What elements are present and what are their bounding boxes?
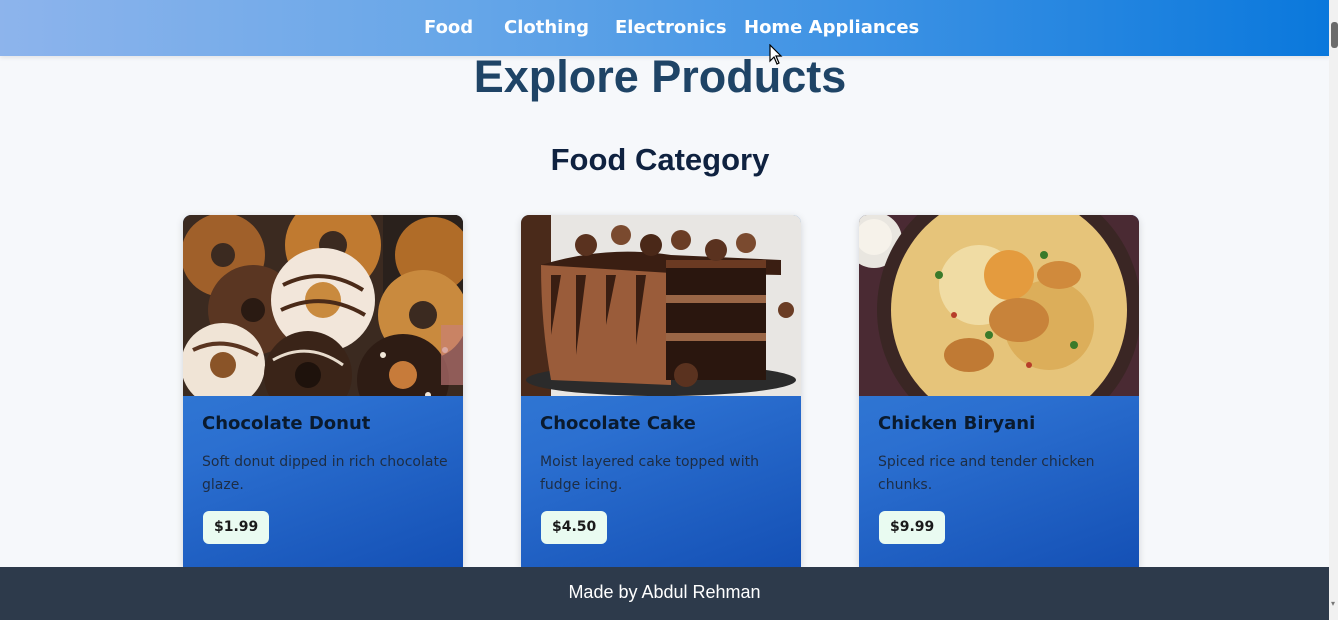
footer-credit: Made by Abdul Rehman	[568, 582, 761, 602]
mouse-cursor-icon	[769, 44, 783, 65]
nav-link-clothing[interactable]: Clothing	[504, 17, 589, 39]
product-card[interactable]: Chicken Biryani Spiced rice and tender c…	[859, 215, 1139, 567]
price-badge: $4.50	[541, 511, 608, 544]
chocolate-cake-image	[521, 215, 801, 396]
scroll-down-icon[interactable]: ▾	[1331, 600, 1338, 608]
top-navbar: Food Clothing Electronics Home Appliance…	[0, 0, 1329, 56]
nav-link-home-appliances[interactable]: Home Appliances	[744, 17, 919, 39]
product-description: Moist layered cake topped with fudge ici…	[540, 454, 759, 493]
product-card[interactable]: Chocolate Donut Soft donut dipped in ric…	[183, 215, 463, 567]
product-card[interactable]: Chocolate Cake Moist layered cake topped…	[521, 215, 801, 567]
page-title: Explore Products	[473, 51, 847, 102]
vertical-scrollbar[interactable]	[1329, 0, 1338, 620]
product-description: Spiced rice and tender chicken chunks.	[878, 454, 1095, 493]
biryani-image	[859, 215, 1139, 396]
product-name: Chocolate Cake	[540, 413, 696, 434]
price-badge: $1.99	[203, 511, 270, 544]
product-name: Chicken Biryani	[878, 413, 1036, 434]
product-description: Soft donut dipped in rich chocolate glaz…	[202, 454, 448, 493]
nav-link-electronics[interactable]: Electronics	[615, 17, 727, 39]
nav-links: Food Clothing Electronics Home Appliance…	[0, 0, 1329, 56]
price-badge: $9.99	[879, 511, 946, 544]
donuts-image	[183, 215, 463, 396]
scrollbar-thumb[interactable]	[1331, 22, 1338, 48]
nav-link-food[interactable]: Food	[424, 17, 473, 39]
section-title: Food Category	[550, 142, 770, 177]
product-name: Chocolate Donut	[202, 413, 371, 434]
footer: Made by Abdul Rehman	[0, 567, 1329, 620]
